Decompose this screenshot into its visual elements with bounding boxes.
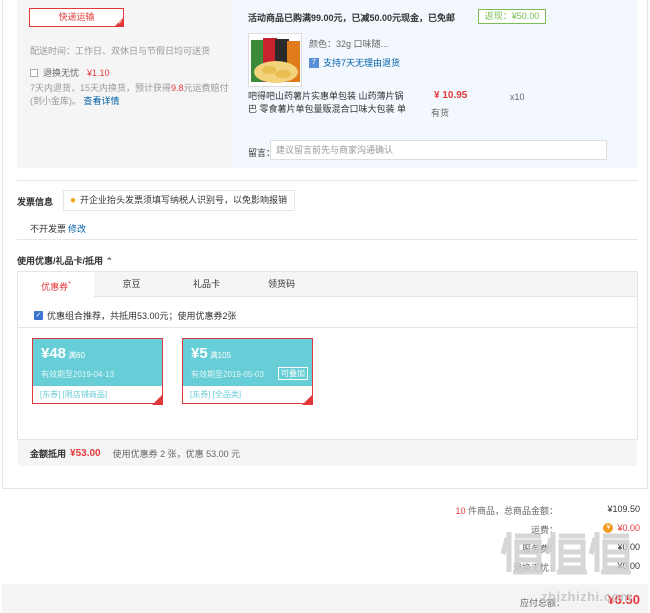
tab-marker: *	[68, 281, 71, 288]
tab-jd-beans[interactable]: 京豆	[94, 272, 169, 297]
tab-redeem-code[interactable]: 领货码	[244, 272, 319, 297]
invoice-value: 不开发票	[30, 224, 67, 234]
shipping-button-label: 快递运输	[58, 12, 95, 22]
invoice-title: 发票信息	[17, 197, 54, 207]
selected-corner-icon	[152, 394, 163, 405]
tab-coupons[interactable]: 优惠券*	[18, 272, 94, 298]
watermark-site: zhizhizhi.com	[541, 589, 632, 604]
items-count-label: 10 件商品，总商品金额：	[455, 504, 558, 517]
product-image[interactable]	[248, 33, 302, 87]
tab-coupons-label: 优惠券	[41, 282, 69, 292]
return-insurance-desc: 7天内退货，15天内换货，预计获得9.8元运费赔付(到小金库)。 查看详情	[30, 82, 230, 108]
lightbulb-icon: ●	[70, 195, 77, 206]
items-total-value: ¥109.50	[607, 504, 640, 514]
express-shipping-button[interactable]: 快递运输 ✓	[29, 8, 124, 27]
items-count: 10	[455, 506, 466, 516]
combo-recommendation[interactable]: ✓ 优惠组合推荐，共抵用53.00元；使用优惠券2张	[34, 309, 237, 322]
invoice-edit-link[interactable]: 修改	[68, 222, 86, 235]
combo-checkbox[interactable]: ✓	[34, 311, 43, 320]
return-insurance-price: ¥1.10	[87, 67, 110, 78]
watermark-logo	[501, 532, 631, 575]
coupon-card[interactable]: ¥48 满60 有效期至2019-04-13 [东券] [限店铺商品]	[32, 338, 163, 405]
return-insurance-option[interactable]: 退换无忧 ¥1.10	[30, 66, 110, 79]
divider	[18, 327, 637, 328]
coupon-expiry: 有效期至2019-05-03	[191, 370, 264, 379]
promo-message: 活动商品已购满99.00元，已减50.00元现金，已免邮	[248, 13, 456, 23]
rebate-badge: 返现：¥50.00	[478, 9, 546, 24]
coupon-amount: ¥48 满60	[41, 345, 85, 362]
coupon-scope: [东券] [限店铺商品]	[40, 390, 108, 399]
discount-section-title[interactable]: 使用优惠/礼品卡/抵用 ⌃	[17, 254, 113, 267]
deduction-summary: 金额抵用 ¥53.00 使用优惠券 2 张，优惠 53.00 元	[18, 440, 637, 466]
deduct-label: 金额抵用	[30, 448, 67, 459]
product-spec: 颜色：32g 口味随...	[309, 39, 389, 49]
discount-title-text: 使用优惠/礼品卡/抵用	[17, 256, 104, 266]
return-desc-text-1: 7天内退货，15天内换货，预计获得	[30, 83, 172, 93]
divider	[17, 180, 638, 181]
return-desc-amount: 9.8	[171, 83, 184, 93]
view-details-link[interactable]: 查看详情	[84, 96, 120, 106]
selected-corner-icon	[302, 394, 313, 405]
tab-gift-card[interactable]: 礼品卡	[169, 272, 244, 297]
product-name[interactable]: 吧得吧山药薯片实惠单包装 山药薄片锅巴 零食薯片单包量贩混合口味大包装 单	[248, 90, 408, 116]
deduct-desc: 使用优惠券 2 张，优惠 53.00 元	[112, 448, 241, 459]
coupon-expiry: 有效期至2019-04-13	[41, 370, 114, 379]
delivery-time: 配送时间：工作日、双休日与节假日均可送货	[30, 46, 211, 56]
return-insurance-checkbox[interactable]	[30, 68, 38, 77]
stock-status: 有货	[431, 108, 450, 118]
deduct-amount: ¥53.00	[70, 447, 101, 459]
stackable-badge: 可叠加	[278, 367, 308, 380]
seller-note-input[interactable]: 建议留言前先与商家沟通确认	[270, 140, 607, 160]
chevron-up-icon[interactable]: ⌃	[106, 256, 114, 266]
seven-day-return-icon: 7	[309, 57, 319, 68]
coupon-scope: [东券] [全品类]	[190, 390, 242, 399]
divider	[17, 239, 638, 240]
product-price: ¥ 10.95	[434, 90, 468, 101]
product-quantity: x10	[510, 92, 525, 102]
return-support-label: 支持7天无理由退货	[323, 58, 401, 68]
return-support: 7 支持7天无理由退货	[309, 56, 400, 69]
invoice-tip: ● 开企业抬头发票须填写纳税人识别号，以免影响报销	[63, 190, 296, 211]
return-insurance-label: 退换无忧	[43, 68, 80, 78]
coupon-card[interactable]: ¥5 满105 有效期至2019-05-03 可叠加 [东券] [全品类]	[182, 338, 313, 405]
coupon-amount: ¥5 满105	[191, 345, 232, 362]
combo-text: 优惠组合推荐，共抵用53.00元；使用优惠券2张	[47, 311, 237, 321]
check-icon: ✓	[117, 20, 123, 26]
items-count-text: 件商品，总商品金额：	[467, 506, 558, 516]
invoice-tip-text: 开企业抬头发票须填写纳税人识别号，以免影响报销	[80, 195, 288, 205]
